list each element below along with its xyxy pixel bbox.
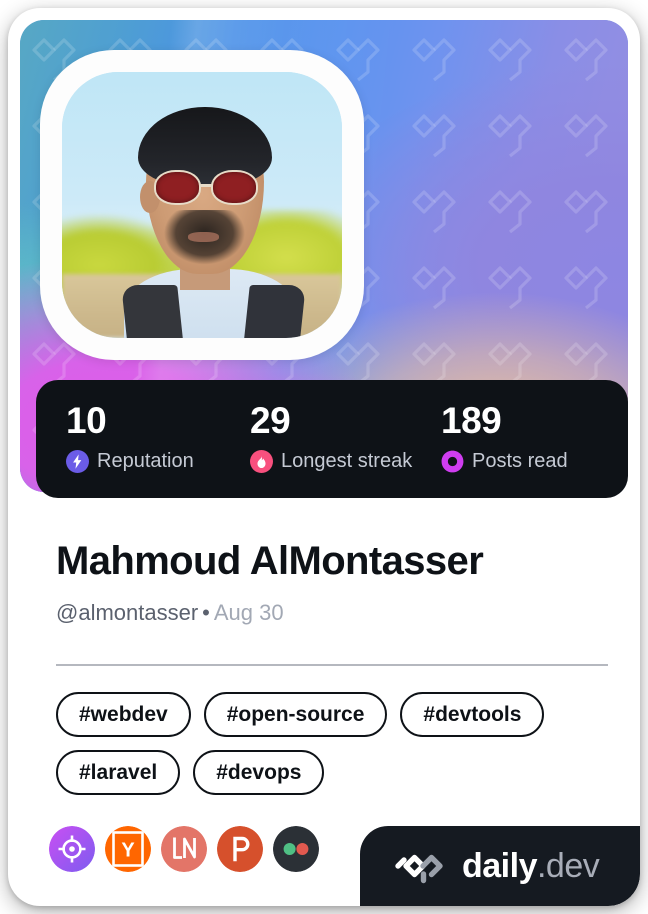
stat-value: 189 [441, 400, 502, 441]
svg-text:Y: Y [121, 840, 135, 862]
avatar-frame [40, 50, 364, 360]
tag-list: #webdev #open-source #devtools #laravel … [56, 692, 612, 795]
stat-posts-read: 189 Posts read [441, 380, 568, 498]
stat-label: Posts read [472, 450, 568, 472]
stats-bar: 10 Reputation 29 Longest streak 189 Post… [36, 380, 628, 498]
reflect-crosshair-icon[interactable] [49, 826, 95, 872]
avatar [62, 72, 342, 338]
reputation-bolt-icon [66, 450, 89, 473]
y-combinator-icon[interactable]: Y [105, 826, 151, 872]
product-hunt-p-icon[interactable] [217, 826, 263, 872]
ln-icon[interactable] [161, 826, 207, 872]
posts-read-eye-icon [441, 450, 464, 473]
brand-wordmark: daily.dev [462, 846, 600, 886]
flickr-dots-icon[interactable] [273, 826, 319, 872]
streak-flame-icon [250, 450, 273, 473]
stat-value: 29 [250, 400, 291, 441]
tag-chip[interactable]: #devtools [400, 692, 545, 737]
tag-chip[interactable]: #open-source [203, 692, 388, 737]
profile-meta: @almontasser • Aug 30 [56, 600, 284, 626]
stat-label: Reputation [97, 450, 194, 472]
brand-tld: .dev [536, 846, 600, 885]
daily-dev-logo-icon [395, 854, 443, 884]
brand-name: daily [462, 846, 537, 885]
divider [56, 664, 608, 666]
stat-reputation: 10 Reputation [66, 380, 194, 498]
tag-chip[interactable]: #devops [193, 750, 325, 795]
tag-chip[interactable]: #webdev [56, 692, 191, 737]
profile-joined-date: Aug 30 [213, 600, 284, 625]
profile-name: Mahmoud AlMontasser [56, 539, 484, 583]
stat-value: 10 [66, 400, 107, 441]
profile-handle: @almontasser [56, 600, 199, 625]
stat-longest-streak: 29 Longest streak [250, 380, 412, 498]
meta-separator: • [202, 600, 210, 625]
social-links: Y [49, 826, 319, 872]
devcard: 10 Reputation 29 Longest streak 189 Post… [8, 8, 640, 906]
tag-chip[interactable]: #laravel [56, 750, 181, 795]
stat-label: Longest streak [281, 450, 413, 472]
daily-dev-badge: daily.dev [360, 826, 640, 906]
